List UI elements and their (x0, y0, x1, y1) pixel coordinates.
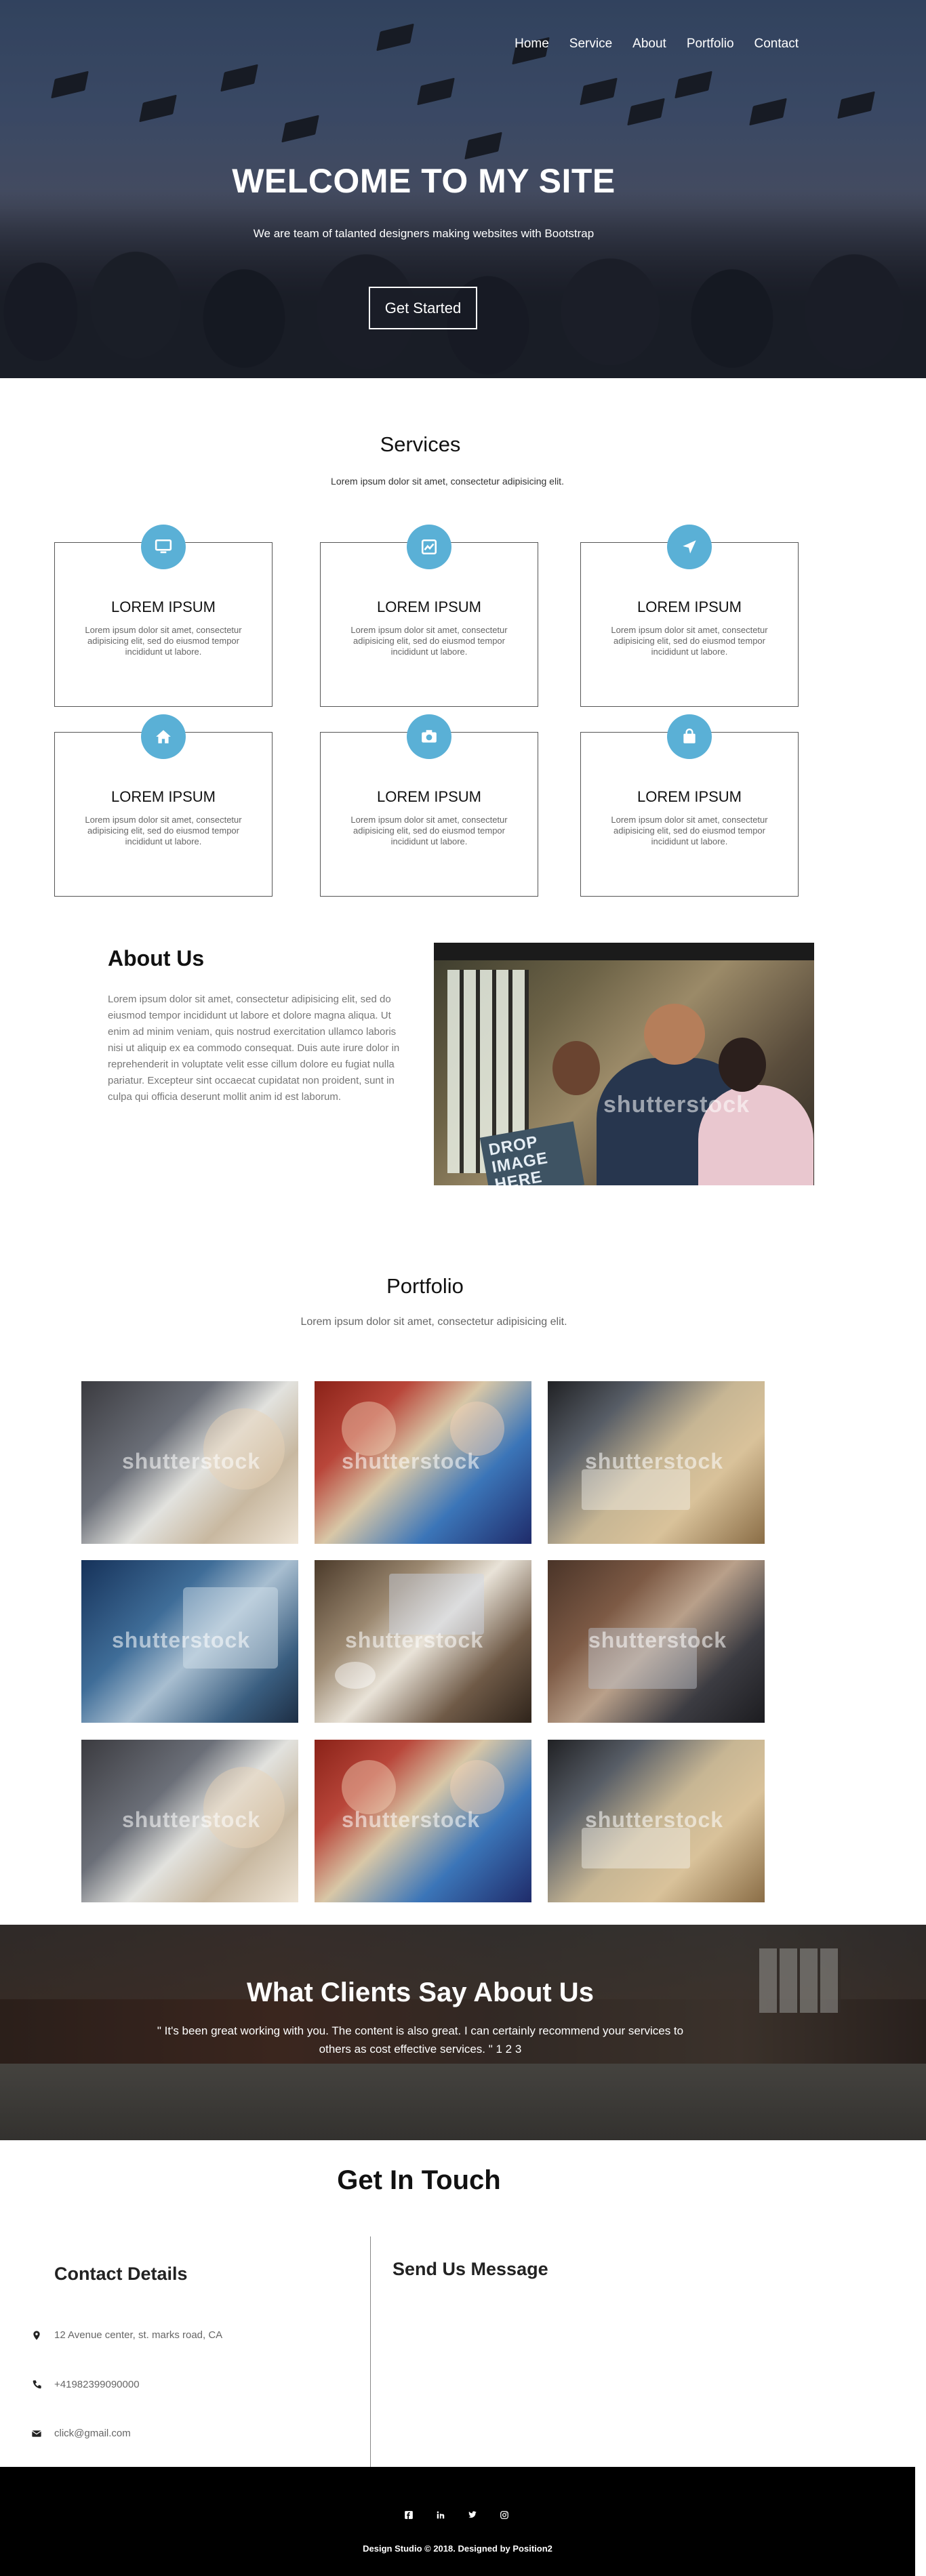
watermark-text: shutterstock (342, 1807, 481, 1832)
service-title: LOREM IPSUM (376, 598, 482, 615)
nav-contact[interactable]: Contact (754, 37, 799, 52)
linkedin-icon[interactable] (433, 2508, 448, 2522)
get-started-button[interactable]: Get Started (369, 287, 477, 329)
image-detail (342, 1760, 396, 1814)
nav-service[interactable]: Service (569, 37, 612, 52)
service-text: Lorem ipsum dolor sit amet, consectetur … (85, 625, 242, 657)
send-message-title: Send Us Message (392, 2259, 548, 2279)
watermark-text: shutterstock (345, 1628, 484, 1652)
image-detail (582, 1828, 690, 1868)
address-text: 12 Avenue center, st. marks road, CA (54, 2329, 223, 2341)
about-text: Lorem ipsum dolor sit amet, consectetur … (108, 994, 400, 1103)
hero-title: WELCOME TO MY SITE (232, 162, 616, 200)
image-detail (389, 1574, 484, 1635)
service-title: LOREM IPSUM (110, 598, 216, 615)
about-title: About Us (108, 946, 205, 970)
envelope-icon (31, 2430, 42, 2437)
service-card: LOREM IPSUM Lorem ipsum dolor sit amet, … (54, 714, 273, 897)
shopping-bag-icon (667, 714, 712, 759)
instagram-icon[interactable] (497, 2508, 512, 2522)
watermark-text: shutterstock (122, 1807, 261, 1832)
service-title: LOREM IPSUM (110, 788, 216, 805)
person-decoration (552, 1041, 600, 1095)
main-nav: Home Service About Portfolio Contact (515, 37, 799, 52)
social-links (401, 2508, 512, 2522)
service-title: LOREM IPSUM (376, 788, 482, 805)
nav-about[interactable]: About (632, 37, 666, 52)
portfolio-item[interactable]: shutterstock (315, 1740, 531, 1902)
location-arrow-icon (667, 525, 712, 569)
watermark-text: shutterstock (122, 1449, 261, 1473)
services-subtitle: Lorem ipsum dolor sit amet, consectetur … (331, 476, 564, 487)
contact-title: Get In Touch (337, 2165, 501, 2195)
image-top-bar (434, 943, 814, 960)
contact-address: 12 Avenue center, st. marks road, CA (31, 2329, 222, 2341)
phone-icon (33, 2379, 41, 2388)
service-card: LOREM IPSUM Lorem ipsum dolor sit amet, … (580, 525, 799, 707)
person-decoration (719, 1038, 766, 1092)
portfolio-item[interactable]: shutterstock (548, 1381, 765, 1544)
services-title: Services (380, 432, 461, 456)
watermark-text: shutterstock (342, 1449, 481, 1473)
service-card: LOREM IPSUM Lorem ipsum dolor sit amet, … (320, 525, 538, 707)
image-detail (450, 1402, 504, 1456)
portfolio-title: Portfolio (386, 1274, 464, 1298)
portfolio-item[interactable]: shutterstock (315, 1381, 531, 1544)
nav-home[interactable]: Home (515, 37, 549, 52)
service-card: LOREM IPSUM Lorem ipsum dolor sit amet, … (580, 714, 799, 897)
person-decoration (644, 1004, 705, 1065)
watermark-text: shutterstock (588, 1628, 727, 1652)
portfolio-item[interactable]: shutterstock (315, 1560, 531, 1723)
hero-section: Home Service About Portfolio Contact WEL… (0, 0, 926, 378)
image-detail (335, 1662, 376, 1689)
copyright-text: Design Studio © 2018. Designed by Positi… (363, 2543, 552, 2554)
watermark-text: shutterstock (603, 1092, 750, 1118)
testimonial-title: What Clients Say About Us (247, 1978, 594, 2007)
service-title: LOREM IPSUM (637, 788, 742, 805)
chart-icon (407, 525, 451, 569)
portfolio-item[interactable]: shutterstock (548, 1560, 765, 1723)
service-text: Lorem ipsum dolor sit amet, consectetur … (611, 815, 768, 846)
home-icon (141, 714, 186, 759)
image-detail (582, 1469, 690, 1510)
service-card: LOREM IPSUM Lorem ipsum dolor sit amet, … (320, 714, 538, 897)
service-text: Lorem ipsum dolor sit amet, consectetur … (85, 815, 242, 846)
contact-email: click@gmail.com (31, 2428, 131, 2439)
portfolio-item[interactable]: shutterstock (81, 1560, 298, 1723)
portfolio-item[interactable]: shutterstock (548, 1740, 765, 1902)
contact-divider (370, 2236, 371, 2467)
camera-icon (407, 714, 451, 759)
portfolio-subtitle: Lorem ipsum dolor sit amet, consectetur … (300, 1316, 567, 1328)
image-detail (450, 1760, 504, 1814)
image-detail (342, 1402, 396, 1456)
contact-details-title: Contact Details (54, 2264, 188, 2284)
contact-phone: +41982399090000 (31, 2379, 140, 2390)
service-text: Lorem ipsum dolor sit amet, consectetur … (350, 625, 508, 657)
service-text: Lorem ipsum dolor sit amet, consectetur … (350, 815, 508, 846)
portfolio-item[interactable]: shutterstock (81, 1381, 298, 1544)
watermark-text: shutterstock (585, 1449, 724, 1473)
nav-portfolio[interactable]: Portfolio (687, 37, 734, 52)
watermark-text: shutterstock (585, 1807, 724, 1832)
about-image: DROP IMAGE HERE shutterstock (434, 943, 814, 1185)
watermark-text: shutterstock (112, 1628, 251, 1652)
service-title: LOREM IPSUM (637, 598, 742, 615)
email-text[interactable]: click@gmail.com (54, 2428, 131, 2439)
service-text: Lorem ipsum dolor sit amet, consectetur … (611, 625, 768, 657)
phone-text[interactable]: +41982399090000 (54, 2379, 140, 2390)
service-card: LOREM IPSUM Lorem ipsum dolor sit amet, … (54, 525, 273, 707)
facebook-icon[interactable] (401, 2508, 416, 2522)
hero-subtitle: We are team of talanted designers making… (253, 227, 595, 240)
twitter-icon[interactable] (465, 2508, 480, 2522)
testimonial-quote: " It's been great working with you. The … (157, 2024, 684, 2056)
portfolio-item[interactable]: shutterstock (81, 1740, 298, 1902)
monitor-icon (141, 525, 186, 569)
map-marker-icon (33, 2330, 40, 2340)
